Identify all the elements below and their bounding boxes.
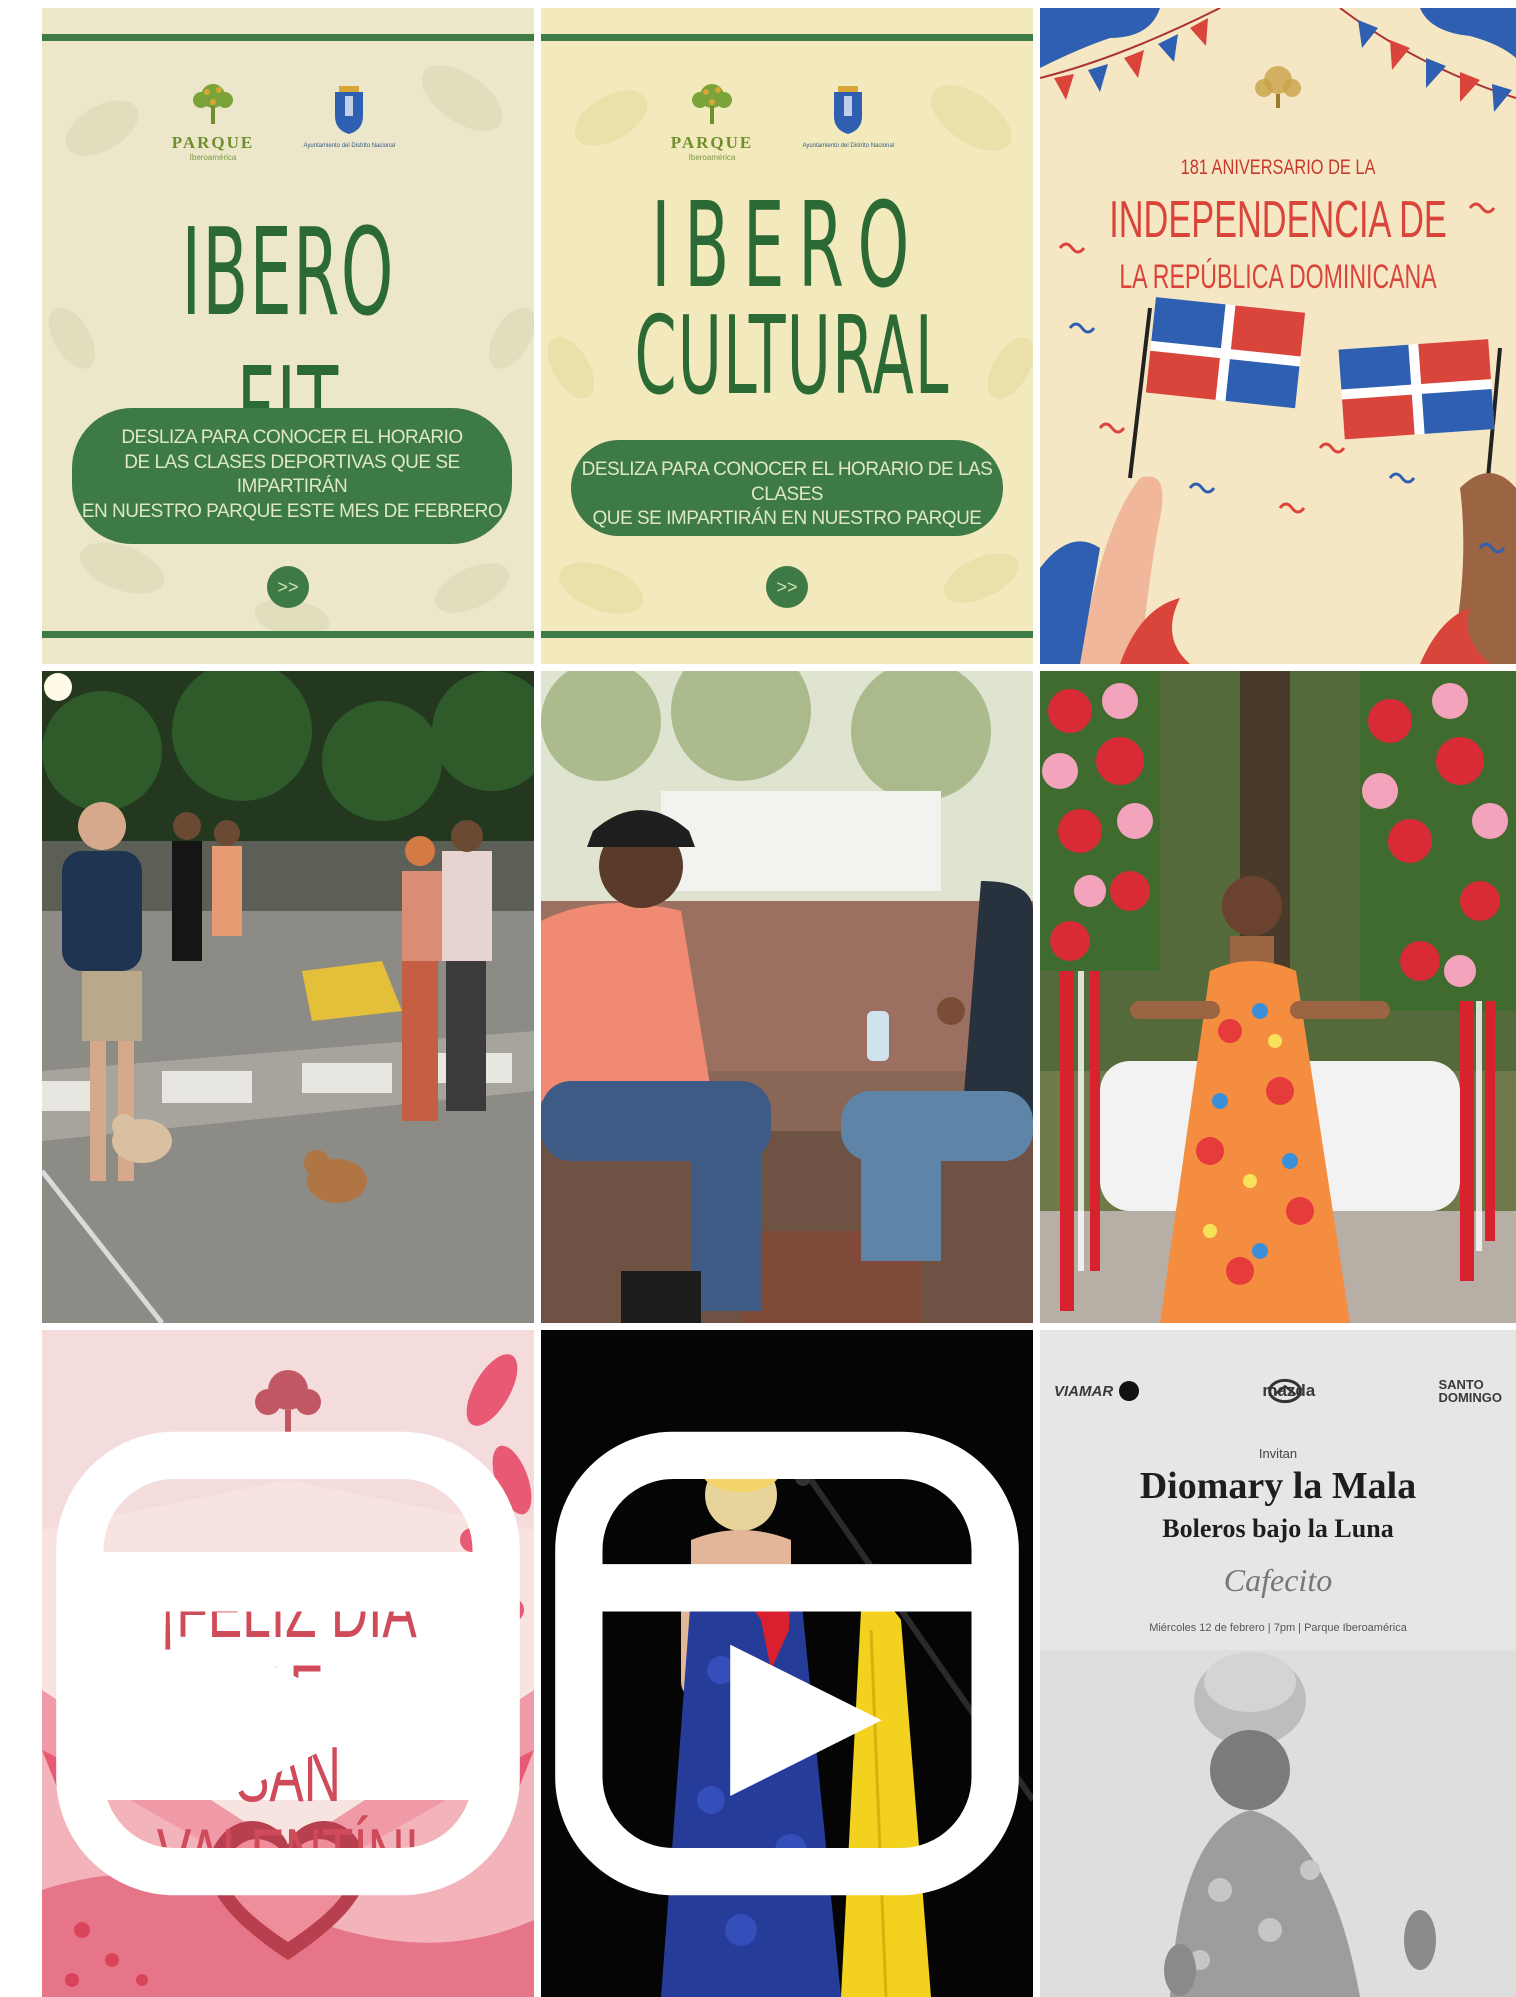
pill-line: DESLIZA PARA CONOCER EL HORARIO [121, 427, 463, 448]
municipal-logo: Ayuntamiento del Distrito Nacional [793, 78, 903, 150]
municipal-logo: Ayuntamiento del Distrito Nacional [294, 78, 404, 150]
parque-brand-subtext: Iberoamérica [189, 153, 237, 162]
parque-brand-text: PARQUE [670, 133, 754, 152]
bottom-border-stripe [42, 631, 534, 638]
post-tile-ibero-fit[interactable]: PARQUE Iberoamérica Ayuntamiento del Dis… [42, 8, 534, 664]
independence-illustration [1040, 8, 1516, 664]
parque-brand-subtext: Iberoamérica [688, 153, 736, 162]
event-details: Miércoles 12 de febrero | 7pm | Parque I… [1149, 1622, 1407, 1634]
logo-row: PARQUE Iberoamérica Ayuntamiento del Dis… [42, 78, 534, 162]
top-border-stripe [42, 34, 534, 41]
independence-title: INDEPENDENCIA DE [1109, 191, 1447, 249]
pill-line: QUE SE IMPARTIRÁN EN NUESTRO PARQUE [592, 508, 982, 530]
reel-icon [56, 1431, 520, 1896]
next-arrows-icon: >> [267, 566, 309, 608]
photo-dog-walk [42, 671, 534, 1323]
reel-icon [555, 1431, 1019, 1896]
anniversary-text: 181 ANIVERSARIO DE LA [1180, 156, 1376, 179]
logo-row: PARQUE Iberoamérica Ayuntamiento del Dis… [541, 78, 1033, 162]
post-tile-flower-swing-photo[interactable] [1040, 671, 1516, 1323]
top-border-stripe [541, 34, 1033, 41]
coat-of-arms-icon [834, 86, 863, 134]
post-tile-san-valentin[interactable]: ¡FELIZ DÍA DE SAN VALENTÍN! [42, 1330, 534, 1997]
post-tile-dog-walk-photo[interactable] [42, 671, 534, 1323]
coat-of-arms-icon [335, 86, 364, 134]
post-tile-conversation-photo[interactable] [541, 671, 1033, 1323]
parque-brand-text: PARQUE [171, 133, 255, 152]
event-title: Diomary la Mala [1139, 1465, 1417, 1507]
cafecito-signature: Cafecito [1223, 1562, 1333, 1598]
photo-conversation [541, 671, 1033, 1323]
bottom-border-stripe [541, 631, 1033, 638]
swipe-info-pill: DESLIZA PARA CONOCER EL HORARIO DE LAS C… [571, 440, 1003, 536]
tree-logo-icon [691, 84, 732, 124]
pill-line: DESLIZA PARA CONOCER EL HORARIO DE LAS C… [581, 459, 993, 505]
post-tile-diomary-event[interactable]: VIAMAR mazda SANTO DOMINGO Invitan Dioma… [1040, 1330, 1516, 1997]
municipal-caption: Ayuntamiento del Distrito Nacional [802, 143, 895, 149]
independence-subtitle: LA REPÚBLICA DOMINICANA [1119, 258, 1437, 296]
swipe-info-pill: DESLIZA PARA CONOCER EL HORARIO DE LAS C… [72, 408, 512, 544]
event-subtitle: Boleros bajo la Luna [1162, 1514, 1394, 1543]
tree-logo-icon [192, 84, 233, 124]
pill-line: EN NUESTRO PARQUE ESTE MES DE FEBRERO [81, 501, 503, 523]
post-tile-singer-photo[interactable] [541, 1330, 1033, 1997]
sponsor-mazda: mazda [1262, 1378, 1315, 1404]
invite-label: Invitan [1258, 1446, 1298, 1461]
post-tile-ibero-cultural[interactable]: PARQUE Iberoamérica Ayuntamiento del Dis… [541, 8, 1033, 664]
post-title-line2: CULTURAL [634, 294, 950, 419]
next-arrows-icon: >> [766, 566, 808, 608]
photo-flower-swing [1040, 671, 1516, 1323]
singer-portrait-bw [1040, 1330, 1516, 1997]
parque-logo: PARQUE Iberoamérica [172, 78, 255, 162]
sponsor-logos: VIAMAR mazda SANTO DOMINGO [1054, 1378, 1516, 1404]
municipal-caption: Ayuntamiento del Distrito Nacional [303, 143, 396, 149]
post-tile-independencia[interactable]: 181 ANIVERSARIO DE LA INDEPENDENCIA DE L… [1040, 8, 1516, 664]
pill-line: DE LAS CLASES DEPORTIVAS QUE SE IMPARTIR… [124, 451, 460, 498]
mazda-logo-icon [1268, 1378, 1302, 1404]
parque-logo: PARQUE Iberoamérica [671, 78, 754, 162]
